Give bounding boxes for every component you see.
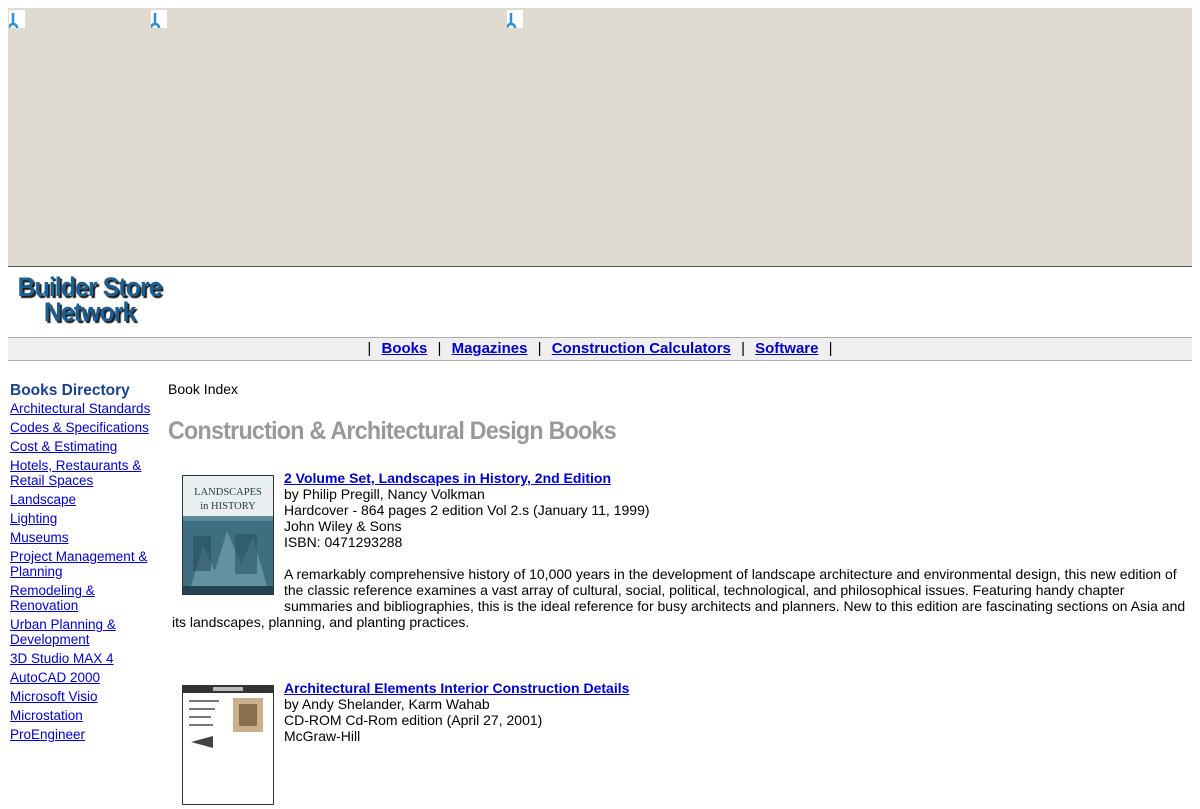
book-cover-image[interactable]: LANDSCAPES in HISTORY	[182, 475, 274, 595]
nav-separator: |	[437, 340, 442, 357]
sidebar-item-microstation[interactable]: Microstation	[10, 708, 160, 723]
sidebar-title: Books Directory	[10, 382, 130, 399]
sidebar-item-urban-planning[interactable]: Urban Planning & Development	[10, 617, 160, 647]
nav-separator: |	[741, 340, 745, 357]
page-title: Construction & Architectural Design Book…	[168, 417, 617, 445]
main-content: Book Index Construction & Architectural …	[168, 381, 1192, 809]
nav-separator: |	[828, 340, 833, 357]
ad-banner	[8, 8, 1192, 267]
book-entry: LANDSCAPES in HISTORY 2 Volume Set, Land…	[168, 470, 1192, 630]
book-entry: Architectural Elements Interior Construc…	[168, 680, 1192, 805]
sidebar-item-lighting[interactable]: Lighting	[10, 511, 160, 526]
sidebar-item-remodeling[interactable]: Remodeling & Renovation	[10, 583, 160, 613]
site-header: Builder Store Network	[8, 267, 1192, 337]
logo-line-2: Network	[43, 297, 136, 327]
breadcrumb: Book Index	[168, 381, 239, 397]
book-title-link[interactable]: 2 Volume Set, Landscapes in History, 2nd…	[284, 470, 611, 486]
nav-software-link[interactable]: Software	[755, 340, 818, 357]
nav-separator: |	[537, 340, 542, 357]
cover-title-line-1: LANDSCAPES	[194, 487, 262, 498]
book-description: A remarkably comprehensive history of 10…	[172, 566, 1186, 630]
nav-books-link[interactable]: Books	[382, 340, 428, 357]
book-publisher: McGraw-Hill	[284, 728, 361, 744]
book-format: Hardcover - 864 pages 2 edition Vol 2.s …	[284, 502, 650, 518]
book-cover-image[interactable]	[182, 685, 274, 805]
site-logo[interactable]: Builder Store Network	[16, 274, 163, 327]
book-title: Architectural Elements Interior Construc…	[168, 680, 1192, 696]
cover-title-line-2: in HISTORY	[200, 501, 256, 512]
sidebar-item-cost-estimating[interactable]: Cost & Estimating	[10, 439, 160, 454]
book-isbn: ISBN: 0471293288	[284, 534, 403, 550]
book-format: CD-ROM Cd-Rom edition (April 27, 2001)	[284, 712, 543, 728]
sidebar-item-hotels-restaurants[interactable]: Hotels, Restaurants & Retail Spaces	[10, 458, 160, 488]
broken-image-icon	[151, 10, 167, 28]
broken-image-icon	[9, 10, 25, 28]
books-directory-sidebar: Books Directory Architectural Standards …	[10, 383, 160, 746]
top-nav: | Books | Magazines | Construction Calcu…	[8, 337, 1192, 361]
book-title: 2 Volume Set, Landscapes in History, 2nd…	[168, 470, 1192, 486]
nav-separator: |	[367, 340, 372, 357]
sidebar-item-3d-studio-max[interactable]: 3D Studio MAX 4	[10, 651, 160, 666]
nav-construction-calculators-link[interactable]: Construction Calculators	[552, 340, 731, 357]
book-title-link[interactable]: Architectural Elements Interior Construc…	[284, 680, 629, 696]
sidebar-item-landscape[interactable]: Landscape	[10, 492, 160, 507]
book-authors: by Andy Shelander, Karm Wahab	[284, 696, 490, 712]
sidebar-item-museums[interactable]: Museums	[10, 530, 160, 545]
book-publisher: John Wiley & Sons	[284, 518, 402, 534]
sidebar-item-architectural-standards[interactable]: Architectural Standards	[10, 401, 160, 416]
sidebar-item-microsoft-visio[interactable]: Microsoft Visio	[10, 689, 160, 704]
sidebar-item-codes-specifications[interactable]: Codes & Specifications	[10, 420, 160, 435]
sidebar-item-project-management[interactable]: Project Management & Planning	[10, 549, 160, 579]
nav-magazines-link[interactable]: Magazines	[452, 340, 528, 357]
broken-image-icon	[507, 10, 523, 28]
book-authors: by Philip Pregill, Nancy Volkman	[284, 486, 485, 502]
sidebar-item-autocad[interactable]: AutoCAD 2000	[10, 670, 160, 685]
